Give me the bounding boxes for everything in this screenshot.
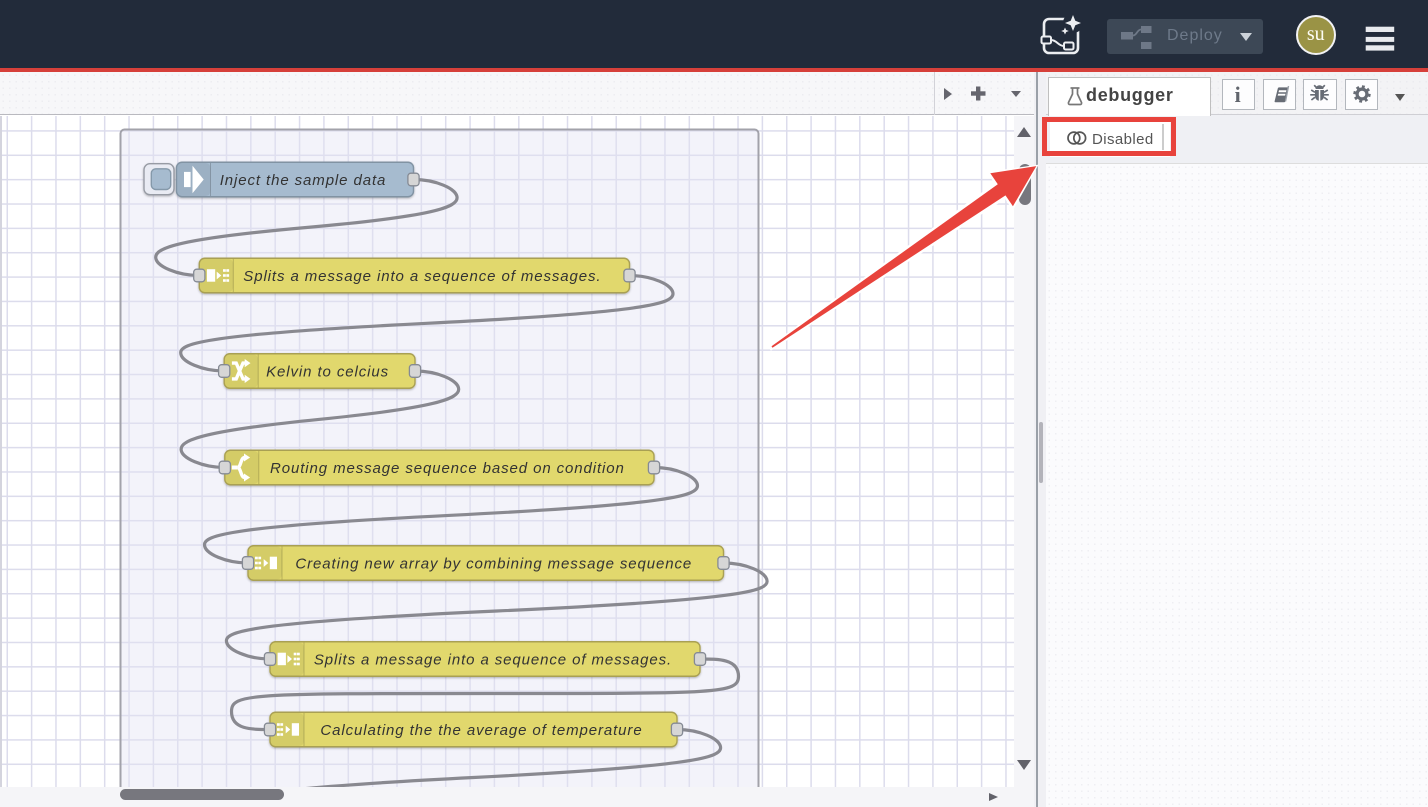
svg-text:Splits a message into a sequen: Splits a message into a sequence of mess… [243,267,601,284]
svg-text:Inject the sample data: Inject the sample data [220,171,387,188]
svg-text:Routing message sequence based: Routing message sequence based on condit… [270,459,625,476]
svg-text:Calculating the the average of: Calculating the the average of temperatu… [320,721,642,738]
svg-text:Creating new array by combinin: Creating new array by combining message … [295,555,692,572]
svg-text:Splits a message into a sequen: Splits a message into a sequence of mess… [314,651,672,668]
svg-text:Kelvin to celcius: Kelvin to celcius [266,363,389,380]
